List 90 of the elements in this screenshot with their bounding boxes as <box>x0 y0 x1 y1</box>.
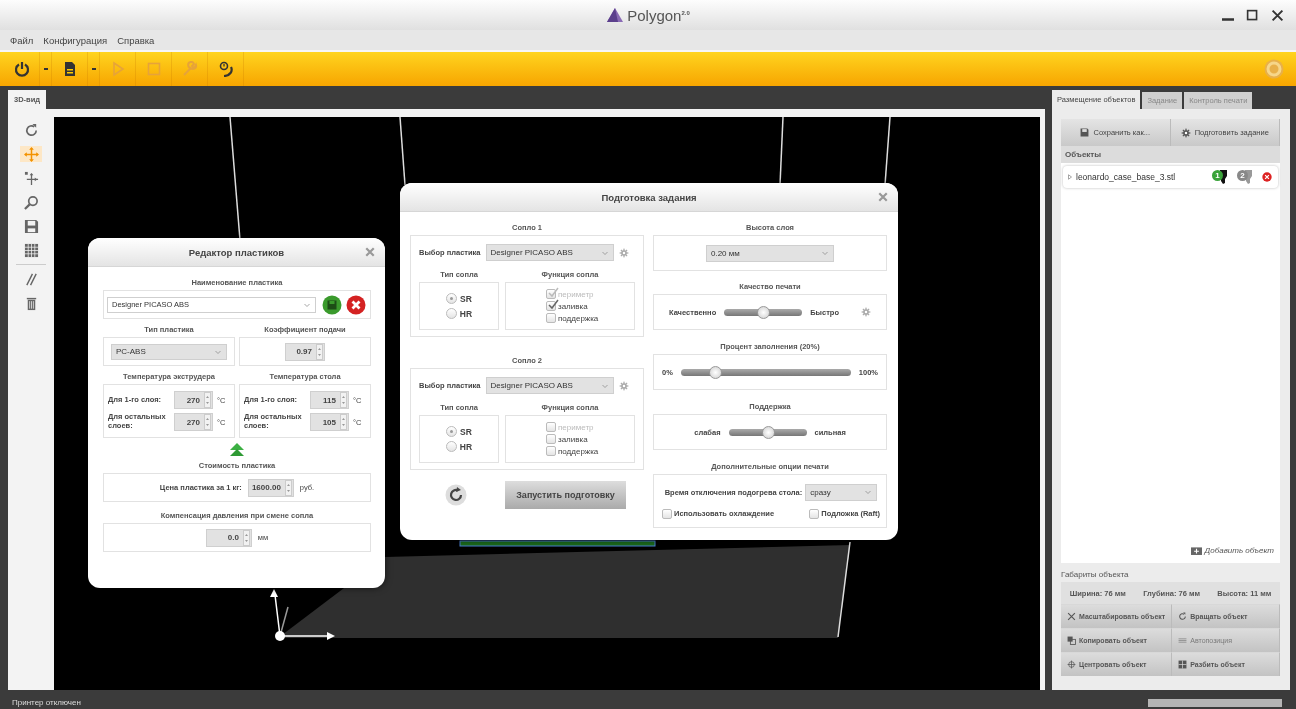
radio-option[interactable]: HR <box>445 308 473 319</box>
gear-icon <box>618 247 629 258</box>
checkbox[interactable]: заливка <box>546 301 588 311</box>
caret-icon <box>91 67 96 71</box>
menu-item[interactable]: Справка <box>112 34 160 46</box>
number-field[interactable]: 115 <box>310 391 349 409</box>
heat-dropdown[interactable]: сразу <box>805 483 878 501</box>
plastic-dropdown[interactable]: Designer PICASO ABS <box>485 244 614 261</box>
section-header: Объекты <box>1061 146 1280 163</box>
settings-icon <box>1264 59 1284 79</box>
close-icon <box>878 192 888 202</box>
type-dropdown[interactable]: PC-ABS <box>111 343 227 360</box>
logo-icon <box>606 7 625 23</box>
split-icon <box>1178 660 1188 669</box>
gear-icon <box>1180 127 1191 138</box>
number-field[interactable]: 270 <box>174 391 213 409</box>
slider[interactable] <box>680 368 851 376</box>
minimize-icon <box>1222 18 1234 21</box>
radio-option[interactable]: SR <box>446 293 472 304</box>
save-icon <box>1080 128 1090 137</box>
number-field[interactable]: 270 <box>174 413 213 431</box>
number-field[interactable]: 105 <box>310 413 349 431</box>
grid-icon <box>23 242 39 258</box>
arrow-up-icon <box>229 443 245 457</box>
maximize-icon <box>1246 8 1259 22</box>
spin-arrows-icon <box>340 392 347 408</box>
delete-icon <box>1262 172 1272 182</box>
dialog-title: Редактор пластиков <box>188 246 285 258</box>
nozzle-icon <box>1244 170 1253 184</box>
gear-icon <box>861 307 872 317</box>
caret-icon <box>821 249 829 257</box>
check-icon <box>547 299 559 310</box>
dialog-title: Подготовка задания <box>601 191 697 203</box>
number-field[interactable]: 1600.00 <box>247 478 294 497</box>
refresh-icon <box>445 484 467 506</box>
rotate-icon <box>1178 612 1188 621</box>
app-title: Polygon$^{2.0}$ <box>627 6 690 24</box>
nozzle-icon <box>1219 170 1228 184</box>
spin-arrows-icon <box>204 414 211 430</box>
lines-icon <box>1178 636 1188 645</box>
wrench-icon <box>181 61 198 77</box>
checkbox[interactable]: заливка <box>546 434 588 444</box>
save-icon <box>23 218 39 234</box>
spin-arrows-icon <box>242 529 250 546</box>
caret-icon <box>864 488 873 496</box>
cancel-icon <box>346 294 366 315</box>
nozzle-badge: 1 <box>1212 170 1223 181</box>
power-icon <box>13 61 30 77</box>
stop-icon <box>145 61 162 77</box>
save-icon <box>322 294 342 315</box>
menu-item[interactable]: Конфигурация <box>38 34 113 46</box>
close-icon <box>1271 8 1284 22</box>
checkbox[interactable]: поддержка <box>546 313 599 323</box>
checkbox[interactable]: поддержка <box>546 446 599 456</box>
check-icon <box>547 287 559 298</box>
section-label: Габариты объекта <box>1061 570 1130 579</box>
status-text: Принтер отключен <box>12 698 81 707</box>
scale-icon <box>1067 612 1076 621</box>
spin-arrows-icon <box>284 479 292 496</box>
crosshair-icon <box>1067 660 1076 669</box>
frame-line <box>399 117 406 186</box>
number-field[interactable]: 0.0 <box>205 528 252 547</box>
spin-arrows-icon <box>316 343 323 360</box>
expand-icon <box>1067 174 1073 180</box>
radio-option[interactable]: SR <box>446 426 472 437</box>
number-field[interactable]: 0.97 <box>285 342 325 361</box>
move-icon <box>23 146 39 162</box>
zoom-icon <box>23 194 39 210</box>
add-object-link[interactable]: Добавить объект <box>1186 542 1278 560</box>
start-button[interactable]: Запустить подготовку <box>505 481 626 509</box>
gear-icon <box>618 380 629 391</box>
file-name: leonardo_case_base_3.stl <box>1076 172 1177 182</box>
slider[interactable] <box>728 428 807 436</box>
slash-icon <box>23 271 39 287</box>
spin-arrows-icon <box>204 392 211 408</box>
close-icon <box>365 247 375 257</box>
rotate-icon <box>23 122 39 138</box>
phone-icon <box>217 61 234 77</box>
object-row[interactable]: leonardo_case_base_3.stl 1 2 <box>1063 166 1278 188</box>
caret-icon <box>43 67 48 71</box>
radio-option[interactable]: HR <box>445 441 473 452</box>
copy-icon <box>1067 636 1076 645</box>
axes-drawing <box>270 589 335 641</box>
menu-item[interactable]: Файл <box>5 34 39 46</box>
plastic-dropdown[interactable]: Designer PICASO ABS <box>485 377 614 394</box>
spin-arrows-icon <box>340 414 347 430</box>
add-icon <box>1190 546 1202 555</box>
slider[interactable] <box>724 308 803 316</box>
scale-icon <box>23 170 39 186</box>
layer-dropdown[interactable]: 0.20 мм <box>706 244 834 262</box>
